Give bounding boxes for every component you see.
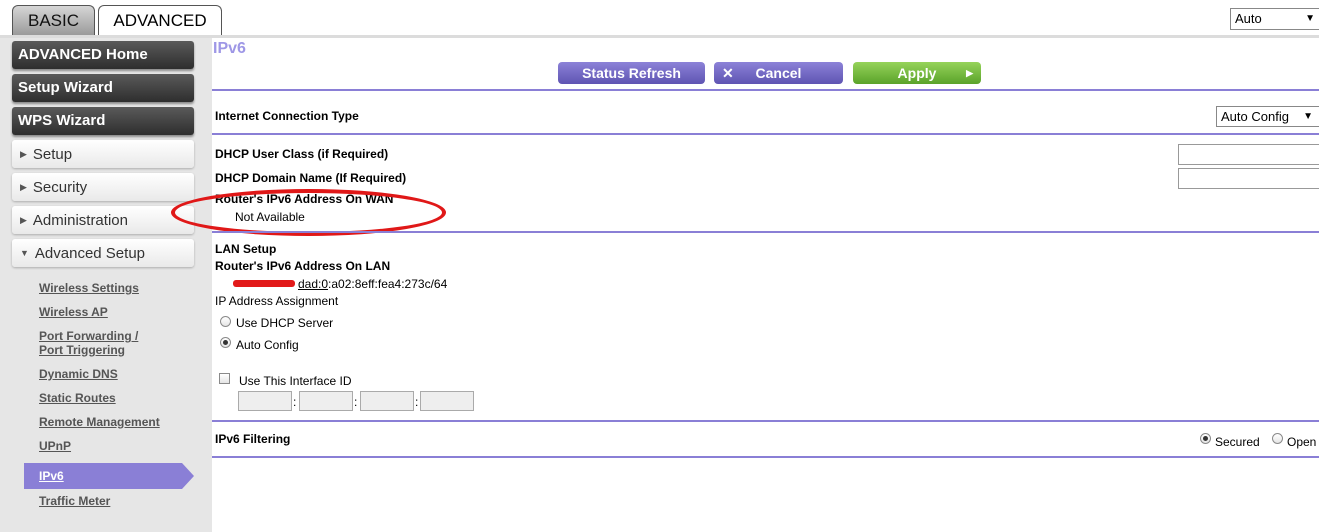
sidebar-item-wireless-ap[interactable]: Wireless AP bbox=[39, 305, 108, 319]
sidebar-item-dynamic-dns[interactable]: Dynamic DNS bbox=[39, 367, 118, 381]
dhcp-domain-name-label: DHCP Domain Name (If Required) bbox=[215, 171, 407, 185]
active-arrow-icon bbox=[182, 463, 194, 489]
internet-connection-type-label: Internet Connection Type bbox=[215, 109, 359, 123]
sidebar-section-setup[interactable]: ▶ Setup bbox=[12, 140, 194, 168]
language-select[interactable]: Auto ▼ bbox=[1230, 8, 1319, 30]
filtering-secured-label: Secured bbox=[1215, 435, 1260, 449]
tab-advanced[interactable]: ADVANCED bbox=[98, 5, 222, 37]
dhcp-domain-name-input[interactable] bbox=[1178, 168, 1319, 189]
sidebar-item-traffic-meter[interactable]: Traffic Meter bbox=[39, 494, 110, 508]
filtering-secured-radio[interactable] bbox=[1200, 433, 1211, 444]
use-interface-id-checkbox[interactable] bbox=[219, 373, 230, 384]
sidebar-section-security[interactable]: ▶ Security bbox=[12, 173, 194, 201]
auto-config-radio[interactable] bbox=[220, 337, 231, 348]
use-dhcp-server-radio[interactable] bbox=[220, 316, 231, 327]
cancel-button-label: Cancel bbox=[755, 65, 802, 81]
sidebar-item-port-forwarding[interactable]: Port Forwarding / bbox=[39, 329, 138, 343]
lan-address-value: dad:0:a02:8eff:fea4:273c/64 bbox=[298, 277, 447, 291]
sidebar-item-remote-management[interactable]: Remote Management bbox=[39, 415, 160, 429]
sidebar-item-upnp[interactable]: UPnP bbox=[39, 439, 71, 453]
divider bbox=[212, 133, 1319, 135]
close-icon: ✕ bbox=[722, 65, 734, 81]
tab-basic[interactable]: BASIC bbox=[12, 5, 95, 35]
apply-button-label: Apply bbox=[897, 65, 937, 81]
status-refresh-button[interactable]: Status Refresh bbox=[558, 62, 705, 84]
annotation-ellipse bbox=[171, 189, 446, 236]
sidebar-section-label: Setup bbox=[32, 146, 73, 163]
connection-type-value: Auto Config bbox=[1221, 109, 1289, 124]
triangle-right-icon: ▶ bbox=[20, 149, 27, 159]
chevron-down-icon: ▼ bbox=[1305, 13, 1315, 24]
triangle-right-icon: ▶ bbox=[20, 215, 27, 225]
divider bbox=[212, 420, 1319, 422]
sidebar-item-static-routes[interactable]: Static Routes bbox=[39, 391, 116, 405]
lan-setup-heading: LAN Setup bbox=[215, 242, 277, 256]
lan-address-suffix: :a02:8eff:fea4:273c/64 bbox=[328, 277, 448, 291]
lan-address-prefix: dad:0 bbox=[298, 277, 329, 291]
sidebar-section-advanced-setup[interactable]: ▼ Advanced Setup bbox=[12, 239, 194, 267]
interface-id-field-3[interactable] bbox=[360, 391, 414, 411]
interface-id-field-4[interactable] bbox=[420, 391, 474, 411]
id-separator: : bbox=[293, 395, 297, 409]
triangle-right-icon: ▶ bbox=[20, 182, 27, 192]
use-dhcp-server-label: Use DHCP Server bbox=[236, 316, 334, 330]
auto-config-label: Auto Config bbox=[236, 338, 299, 352]
divider bbox=[212, 231, 1319, 233]
divider bbox=[212, 456, 1319, 458]
interface-id-field-2[interactable] bbox=[299, 391, 353, 411]
language-select-value: Auto bbox=[1235, 11, 1262, 26]
filtering-open-radio[interactable] bbox=[1272, 433, 1283, 444]
lan-address-label: Router's IPv6 Address On LAN bbox=[215, 259, 391, 273]
page-title: IPv6 bbox=[213, 40, 246, 57]
id-separator: : bbox=[415, 395, 419, 409]
apply-button[interactable]: Apply ▶ bbox=[853, 62, 981, 84]
sidebar-section-label: Administration bbox=[32, 212, 128, 229]
triangle-right-icon: ▶ bbox=[966, 68, 973, 78]
dhcp-user-class-input[interactable] bbox=[1178, 144, 1319, 165]
sidebar-advanced-home[interactable]: ADVANCED Home bbox=[12, 41, 194, 69]
dhcp-user-class-label: DHCP User Class (if Required) bbox=[215, 147, 389, 161]
sidebar-item-wireless-settings[interactable]: Wireless Settings bbox=[39, 281, 139, 295]
sidebar-section-label: Advanced Setup bbox=[34, 245, 146, 262]
interface-id-field-1[interactable] bbox=[238, 391, 292, 411]
filtering-open-label: Open bbox=[1287, 435, 1317, 449]
id-separator: : bbox=[354, 395, 358, 409]
internet-connection-type-select[interactable]: Auto Config ▼ bbox=[1216, 106, 1319, 127]
sidebar-item-ipv6[interactable]: IPv6 bbox=[39, 469, 64, 483]
sidebar-setup-wizard[interactable]: Setup Wizard bbox=[12, 74, 194, 102]
divider bbox=[212, 89, 1319, 91]
ip-assignment-label: IP Address Assignment bbox=[215, 294, 339, 308]
sidebar-item-port-triggering[interactable]: Port Triggering bbox=[39, 343, 125, 357]
chevron-down-icon: ▼ bbox=[1303, 111, 1313, 122]
redaction-mark bbox=[233, 280, 295, 287]
triangle-down-icon: ▼ bbox=[20, 248, 29, 258]
ipv6-filtering-label: IPv6 Filtering bbox=[215, 432, 291, 446]
sidebar-section-label: Security bbox=[32, 179, 88, 196]
cancel-button[interactable]: ✕ Cancel bbox=[714, 62, 843, 84]
sidebar-section-administration[interactable]: ▶ Administration bbox=[12, 206, 194, 234]
use-interface-id-label: Use This Interface ID bbox=[239, 374, 352, 388]
sidebar-wps-wizard[interactable]: WPS Wizard bbox=[12, 107, 194, 135]
